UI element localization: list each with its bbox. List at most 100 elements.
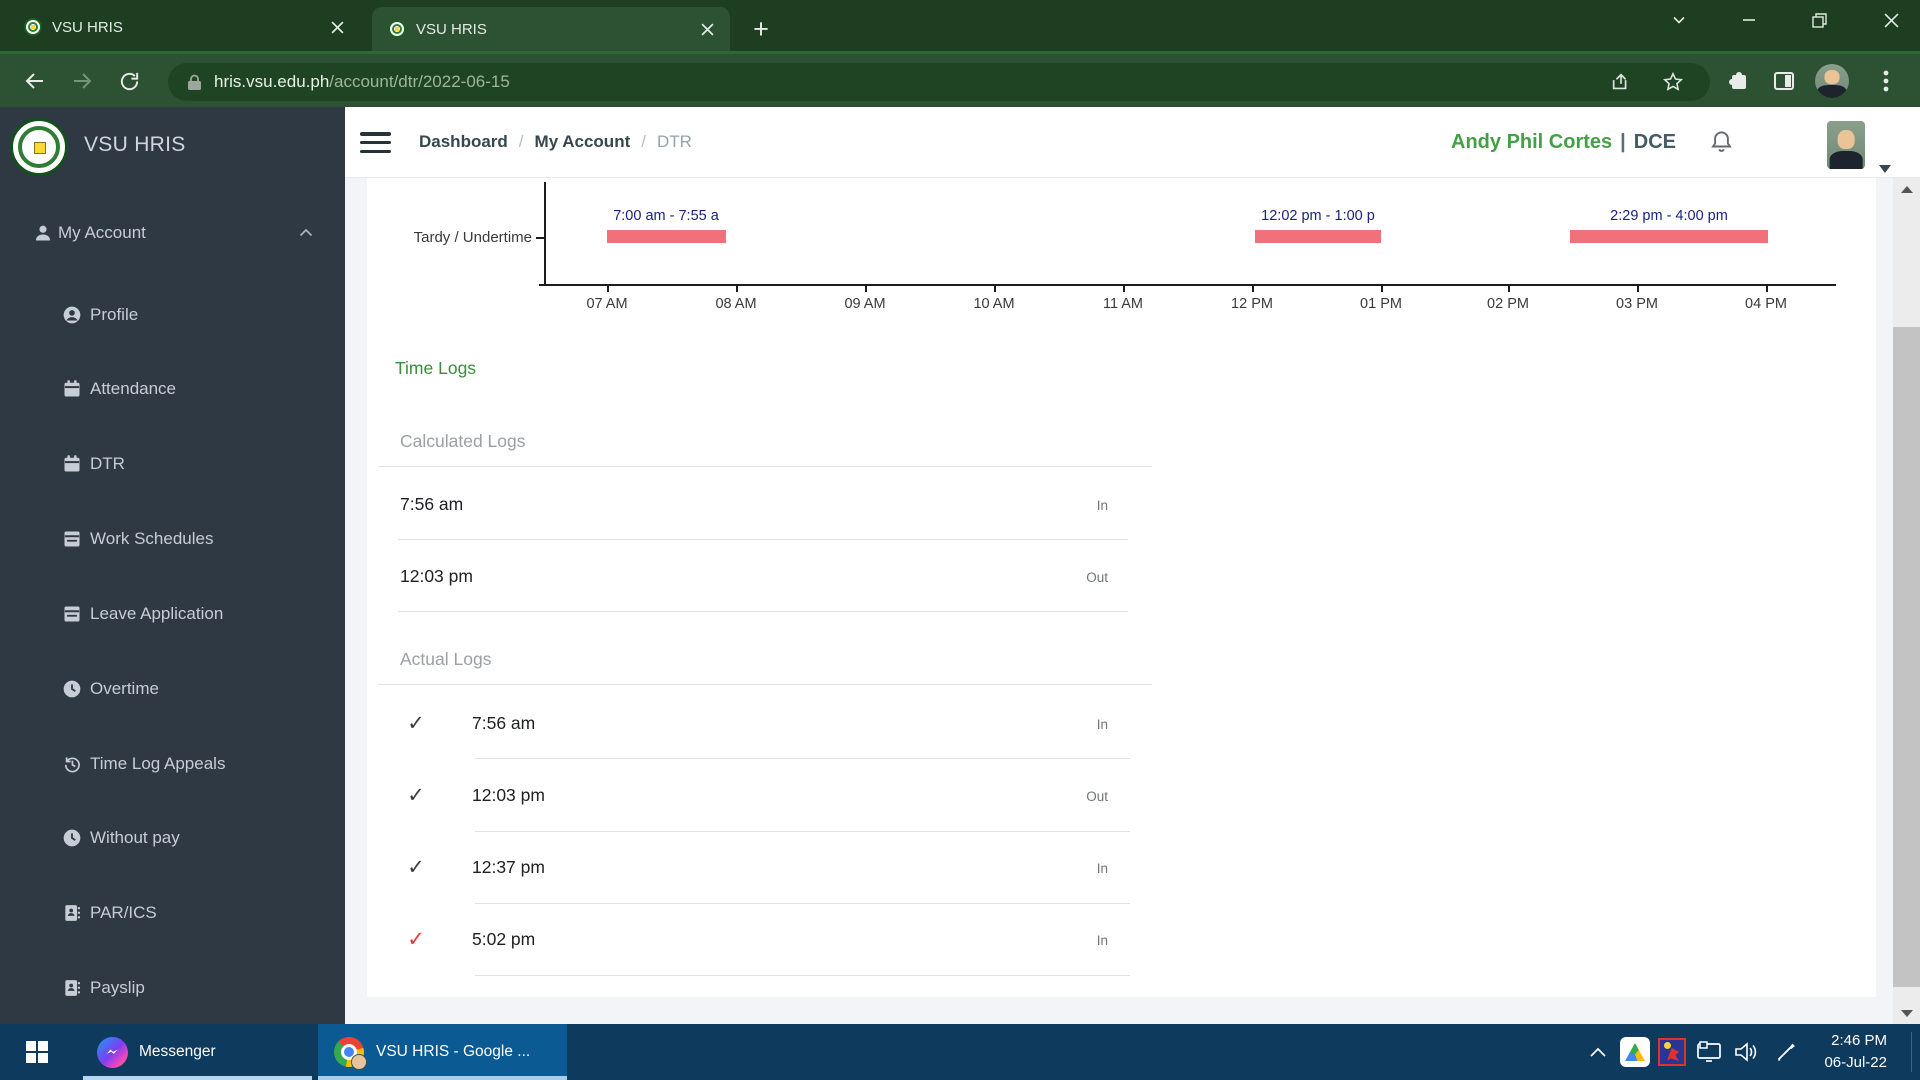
scroll-up-icon[interactable]	[1893, 180, 1920, 198]
window-close-button[interactable]	[1862, 0, 1920, 40]
user-info: Andy Phil Cortes | DCE	[1451, 107, 1735, 177]
divider	[475, 903, 1130, 904]
divider	[475, 975, 1130, 976]
sidebar-item-work-schedules[interactable]: Work Schedules	[0, 521, 345, 557]
y-axis-line	[544, 182, 546, 285]
taskbar-open-indicator	[83, 1076, 312, 1080]
chrome-profile-face	[351, 1054, 367, 1070]
browser-tab-2-active[interactable]: VSU HRIS	[372, 7, 730, 51]
x-tick	[1508, 284, 1510, 292]
breadcrumb-separator: /	[641, 132, 646, 152]
tray-chevron-up-icon[interactable]	[1583, 1024, 1613, 1080]
clock-icon	[62, 679, 82, 699]
show-desktop-divider[interactable]	[1911, 1032, 1912, 1072]
browser-profile-avatar[interactable]	[1812, 61, 1852, 101]
breadcrumb-dashboard[interactable]: Dashboard	[419, 132, 508, 152]
x-tick-label: 09 AM	[833, 296, 897, 312]
url-bar[interactable]: hris.vsu.edu.ph/account/dtr/2022-06-15	[168, 63, 1710, 101]
sidebar-item-profile[interactable]: Profile	[0, 297, 345, 333]
person-circle-icon	[62, 305, 82, 325]
taskbar-app-chrome-active[interactable]: VSU HRIS - Google ...	[318, 1024, 567, 1080]
new-tab-button[interactable]: +	[744, 12, 778, 46]
header-avatar[interactable]	[1827, 121, 1865, 169]
tray-app-icon[interactable]	[1655, 1024, 1689, 1080]
sidebar-item-par-ics[interactable]: PAR/ICS	[0, 895, 345, 931]
hamburger-menu-icon[interactable]	[360, 132, 391, 153]
plus-icon: +	[753, 16, 769, 43]
reload-icon[interactable]	[109, 61, 149, 101]
sidebar-item-time-log-appeals[interactable]: Time Log Appeals	[0, 746, 345, 782]
log-time: 12:03 pm	[400, 566, 473, 587]
log-type: In	[968, 498, 1108, 513]
breadcrumb-dtr: DTR	[657, 132, 692, 152]
sidebar-item-attendance[interactable]: Attendance	[0, 371, 345, 407]
log-type: In	[968, 861, 1108, 876]
sidebar-item-overtime[interactable]: Overtime	[0, 671, 345, 707]
taskbar-app-label: VSU HRIS - Google ...	[376, 1043, 530, 1061]
chart-bar-label: 2:29 pm - 4:00 pm	[1549, 208, 1789, 224]
tab-title: VSU HRIS	[416, 21, 694, 38]
divider	[475, 758, 1130, 759]
chart-bar-afternoon[interactable]	[1570, 230, 1768, 243]
divider	[378, 466, 1152, 467]
chevron-up-icon	[298, 225, 314, 241]
calendar-icon	[62, 454, 82, 474]
x-tick	[1252, 284, 1254, 292]
scrollbar-thumb[interactable]	[1893, 327, 1920, 987]
taskbar-clock[interactable]: 2:46 PM 06-Jul-22	[1824, 1024, 1887, 1080]
calendar-icon	[62, 379, 82, 399]
id-card-icon	[62, 903, 82, 923]
start-button[interactable]	[12, 1024, 62, 1080]
window-minimize-button[interactable]	[1720, 0, 1778, 40]
tray-google-drive-icon[interactable]	[1618, 1024, 1652, 1080]
sidebar-group-my-account[interactable]: My Account	[0, 215, 345, 251]
x-tick-label: 07 AM	[575, 296, 639, 312]
browser-tab-1[interactable]: VSU HRIS	[10, 7, 360, 47]
log-type: Out	[968, 570, 1108, 585]
x-tick	[865, 284, 867, 292]
tab-close-icon[interactable]	[694, 16, 720, 42]
vsu-logo	[10, 118, 68, 176]
tray-pen-icon[interactable]	[1768, 1024, 1804, 1080]
taskbar: Messenger VSU HRIS - Google ...	[0, 1024, 1920, 1080]
breadcrumb-my-account[interactable]: My Account	[535, 132, 631, 152]
side-panel-icon[interactable]	[1764, 61, 1804, 101]
back-icon[interactable]	[15, 61, 55, 101]
taskbar-app-messenger[interactable]: Messenger	[83, 1024, 312, 1080]
avatar-caret-down-icon[interactable]	[1879, 165, 1891, 173]
sidebar-item-leave-application[interactable]: Leave Application	[0, 596, 345, 632]
sidebar-item-label: Time Log Appeals	[90, 754, 225, 774]
sidebar-item-payslip[interactable]: Payslip	[0, 970, 345, 1006]
sidebar-item-label: DTR	[90, 454, 125, 474]
user-name[interactable]: Andy Phil Cortes	[1451, 131, 1612, 154]
browser-menu-dots-icon[interactable]	[1866, 61, 1906, 101]
calendar-week-icon	[62, 604, 82, 624]
sidebar-item-dtr[interactable]: DTR	[0, 446, 345, 482]
window-restore-button[interactable]	[1790, 0, 1848, 40]
notifications-bell-icon[interactable]	[1708, 128, 1735, 156]
sidebar-group-label: My Account	[58, 223, 146, 243]
tab-close-icon[interactable]	[324, 14, 350, 40]
log-time: 12:37 pm	[472, 857, 545, 878]
scroll-down-icon[interactable]	[1893, 1004, 1920, 1022]
vsu-favicon	[388, 20, 406, 38]
calendar-week-icon	[62, 529, 82, 549]
x-tick-label: 04 PM	[1734, 296, 1798, 312]
x-tick-label: 08 AM	[704, 296, 768, 312]
extensions-puzzle-icon[interactable]	[1718, 61, 1758, 101]
tray-volume-icon[interactable]	[1728, 1024, 1764, 1080]
tray-display-icon[interactable]	[1692, 1024, 1726, 1080]
chart-bar-noon[interactable]	[1255, 230, 1381, 243]
x-tick-label: 12 PM	[1220, 296, 1284, 312]
tab-search-chevron-icon[interactable]	[1650, 0, 1708, 40]
page-scrollbar[interactable]	[1893, 178, 1920, 1024]
user-divider: |	[1620, 131, 1626, 154]
log-type: Out	[968, 789, 1108, 804]
share-icon[interactable]	[1610, 71, 1632, 93]
x-tick	[1637, 284, 1639, 292]
sidebar-item-without-pay[interactable]: Without pay	[0, 820, 345, 856]
chart-bar-morning[interactable]	[607, 230, 726, 243]
log-time: 7:56 am	[400, 494, 463, 515]
forward-icon[interactable]	[62, 61, 102, 101]
bookmark-star-icon[interactable]	[1662, 71, 1684, 93]
